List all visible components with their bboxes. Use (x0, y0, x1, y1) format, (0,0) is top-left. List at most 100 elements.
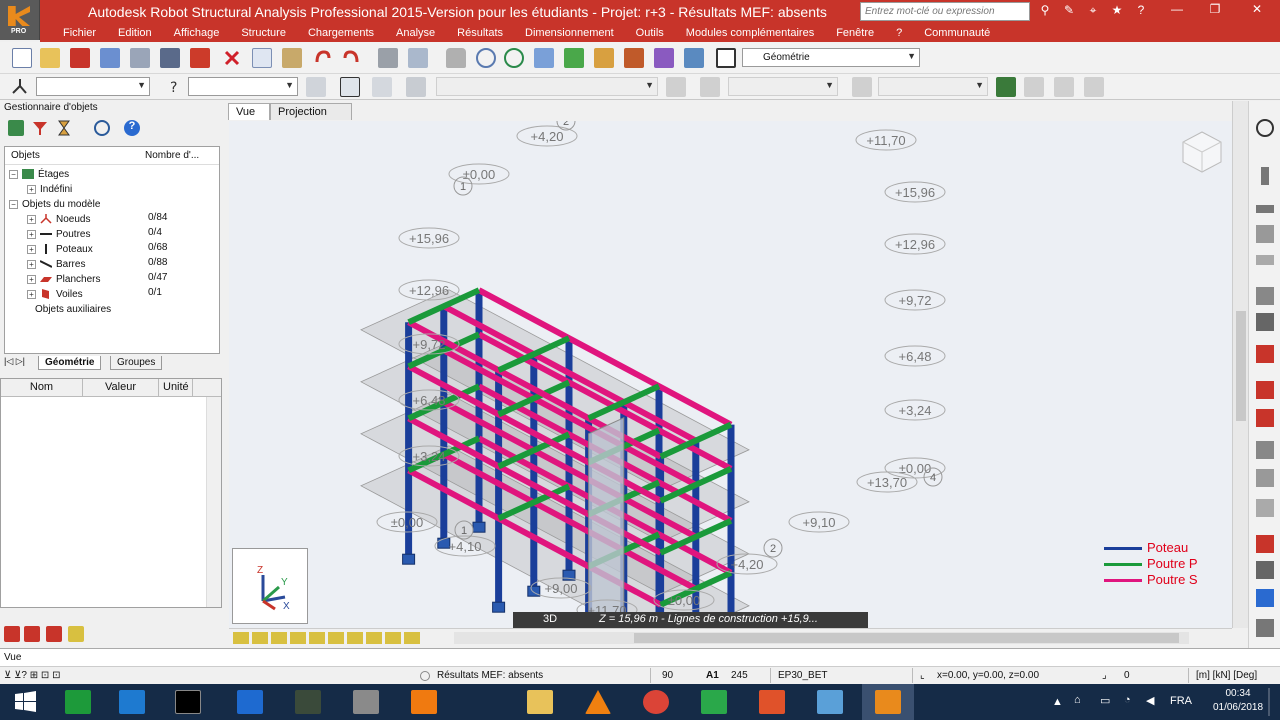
tool-3-icon[interactable] (46, 626, 62, 642)
view-tool-10-icon[interactable] (404, 632, 420, 644)
view-tool-3-icon[interactable] (271, 632, 287, 644)
print-icon[interactable] (100, 48, 120, 68)
undo-icon[interactable] (312, 48, 332, 68)
status-tools-icons[interactable]: ⊻ ⊻? ⊞ ⊡ ⊡ (4, 670, 60, 681)
minimize-button[interactable]: — (1158, 0, 1196, 20)
tab-projection[interactable]: Projection (270, 103, 352, 120)
material-tool-icon[interactable] (1256, 381, 1274, 399)
robot-app[interactable] (862, 684, 914, 720)
view-tool-9-icon[interactable] (385, 632, 401, 644)
levels-tree-icon[interactable] (8, 120, 24, 136)
paste-icon[interactable] (282, 48, 302, 68)
zoom-window-icon[interactable] (504, 48, 524, 68)
tool-4-icon[interactable] (68, 626, 84, 642)
table-icon[interactable] (408, 48, 428, 68)
column-tool-icon[interactable] (1261, 167, 1269, 185)
slab-tool-icon[interactable] (1256, 255, 1274, 265)
paint-app[interactable] (340, 684, 392, 720)
camtasia-recorder-app[interactable] (746, 684, 798, 720)
defender-app[interactable] (224, 684, 276, 720)
tree-item-objets-auxiliaires[interactable]: Objets auxiliaires (35, 302, 111, 317)
vertical-scroll-thumb[interactable] (1236, 311, 1246, 421)
screen-capture-icon[interactable] (160, 48, 180, 68)
view-tool-5-icon[interactable] (309, 632, 325, 644)
tools-icon[interactable]: ✎ (1060, 3, 1078, 20)
view-tool-4-icon[interactable] (290, 632, 306, 644)
viewport-vertical-scrollbar[interactable] (1232, 101, 1248, 628)
delete-icon[interactable] (222, 48, 242, 68)
menu-edition[interactable]: Edition (107, 24, 163, 42)
levels-icon[interactable] (406, 77, 426, 97)
layout-combo[interactable]: Géométrie ▼ (742, 48, 920, 67)
col-unite[interactable]: Unité (159, 379, 193, 396)
section-icon[interactable] (624, 48, 644, 68)
tree-item-poutres[interactable]: + Poutres (27, 227, 90, 242)
search-icon[interactable] (94, 120, 110, 136)
tab-vue[interactable]: Vue (228, 103, 270, 120)
attribute-icon[interactable] (996, 77, 1016, 97)
group-tool-icon[interactable] (1256, 535, 1274, 553)
support-tool-icon[interactable] (1256, 345, 1274, 363)
menu-communaute[interactable]: Communauté (913, 24, 1001, 42)
menu-analyse[interactable]: Analyse (385, 24, 446, 42)
menu-chargements[interactable]: Chargements (297, 24, 385, 42)
menu-fichier[interactable]: Fichier (52, 24, 107, 42)
camtasia-app[interactable] (688, 684, 740, 720)
explorer-app[interactable] (514, 684, 566, 720)
tray-clock[interactable]: 00:34 01/06/2018 (1208, 687, 1268, 715)
col-nom[interactable]: Nom (1, 379, 83, 396)
mesh-tool-icon[interactable] (1256, 499, 1274, 517)
menu-structure[interactable]: Structure (230, 24, 297, 42)
vlc-app[interactable] (572, 684, 624, 720)
tree-item-etages[interactable]: − Étages (9, 167, 69, 182)
orange-app[interactable] (398, 684, 450, 720)
menu-outils[interactable]: Outils (625, 24, 675, 42)
tree-item-indefini[interactable]: + Indéfini (27, 182, 72, 197)
nfs-app[interactable] (282, 684, 334, 720)
tab-geometrie[interactable]: Géométrie (38, 356, 102, 370)
tray-chevron-icon[interactable]: ▲ (1052, 696, 1063, 708)
menu-modules[interactable]: Modules complémentaires (675, 24, 825, 42)
cmd-app[interactable] (162, 684, 214, 720)
menu-help[interactable]: ? (885, 24, 913, 42)
help-icon[interactable]: ? (124, 120, 140, 136)
tree-item-poteaux[interactable]: + Poteaux (27, 242, 93, 257)
beam-icon[interactable] (534, 48, 554, 68)
view-tool-6-icon[interactable] (328, 632, 344, 644)
tray-network-icon[interactable]: ⌂ (1074, 694, 1081, 706)
grid-icon[interactable] (372, 77, 392, 97)
command-line[interactable]: Vue (0, 648, 1280, 666)
status-section[interactable]: EP30_BET (778, 670, 827, 681)
section-tool-icon[interactable] (1256, 313, 1274, 331)
calc-tool-icon[interactable] (1256, 561, 1274, 579)
view-tool-7-icon[interactable] (347, 632, 363, 644)
view-tool-8-icon[interactable] (366, 632, 382, 644)
offset-tool-icon[interactable] (1256, 469, 1274, 487)
maximize-button[interactable]: ❐ (1196, 0, 1234, 20)
store-app[interactable] (52, 684, 104, 720)
eraser-app[interactable] (804, 684, 856, 720)
redo-icon[interactable] (342, 48, 362, 68)
tree-item-noeuds[interactable]: + Noeuds (27, 212, 90, 227)
status-units[interactable]: [m] [kN] [Deg] (1196, 670, 1257, 681)
print-preview-icon[interactable] (130, 48, 150, 68)
filter-combo[interactable]: ▼ (188, 77, 298, 96)
bar-tool-icon[interactable] (1256, 225, 1274, 243)
horizontal-scrollbar[interactable] (454, 632, 1189, 644)
tool-1-icon[interactable] (4, 626, 20, 642)
properties-scrollbar[interactable] (206, 397, 221, 607)
tree-item-planchers[interactable]: + Planchers (27, 272, 100, 287)
results-tool-icon[interactable] (1256, 619, 1274, 637)
hourglass-icon[interactable] (56, 120, 72, 136)
binoculars-icon[interactable]: ⚲ (1036, 3, 1054, 20)
menu-fenetre[interactable]: Fenêtre (825, 24, 885, 42)
release-tool-icon[interactable] (1256, 441, 1274, 459)
material-icon[interactable] (654, 48, 674, 68)
support-icon[interactable] (564, 48, 584, 68)
start-button[interactable] (0, 684, 52, 720)
tree-item-voiles[interactable]: + Voiles (27, 287, 83, 302)
help-icon[interactable]: ? (1132, 3, 1150, 20)
outlook-app[interactable] (106, 684, 158, 720)
zoom-icon[interactable] (476, 48, 496, 68)
col-valeur[interactable]: Valeur (83, 379, 159, 396)
